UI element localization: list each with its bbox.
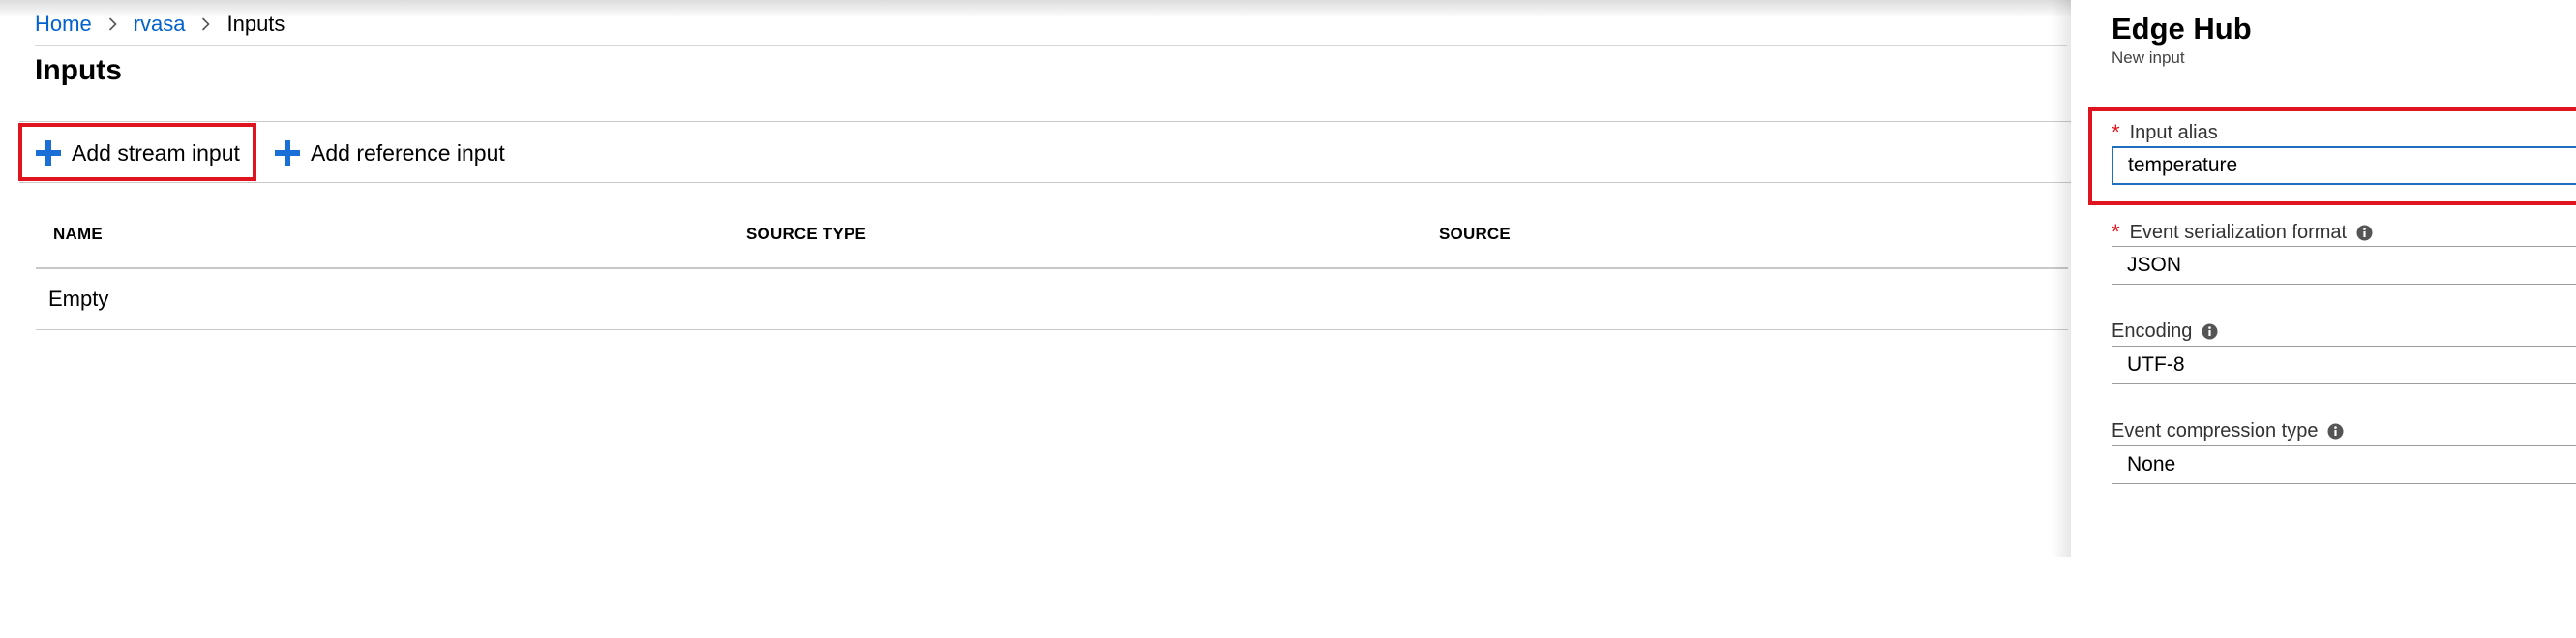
toolbar-divider-top [19, 121, 2071, 122]
column-header-name[interactable]: NAME [53, 225, 103, 244]
info-icon[interactable] [2202, 323, 2218, 340]
compression-type-label: Event compression type [2112, 420, 2344, 442]
serialization-format-label-text: Event serialization format [2129, 221, 2348, 243]
column-header-source-type[interactable]: SOURCE TYPE [746, 225, 866, 244]
chevron-right-icon [108, 17, 117, 31]
highlight-add-stream-input [18, 123, 256, 181]
edge-hub-panel: Edge Hub New input * Input alias tempera… [2071, 0, 2576, 557]
table-empty-message: Empty [48, 287, 109, 311]
info-icon[interactable] [2327, 423, 2344, 440]
serialization-format-value: JSON [2127, 254, 2182, 276]
table-header-divider [36, 267, 2068, 269]
chevron-right-icon [201, 17, 211, 31]
encoding-dropdown[interactable]: UTF-8 [2112, 346, 2576, 384]
panel-title: Edge Hub [2112, 12, 2252, 46]
breadcrumb-current: Inputs [226, 12, 285, 36]
table-row-divider [36, 329, 2068, 330]
compression-type-dropdown[interactable]: None [2112, 445, 2576, 484]
breadcrumb-resource[interactable]: rvasa [134, 12, 186, 37]
breadcrumb-divider [35, 45, 2067, 46]
encoding-value: UTF-8 [2127, 353, 2185, 376]
serialization-format-label: * Event serialization format [2112, 220, 2373, 245]
panel-subtitle: New input [2112, 48, 2185, 67]
column-header-source[interactable]: SOURCE [1439, 225, 1511, 244]
compression-type-value: None [2127, 453, 2176, 475]
encoding-label-text: Encoding [2112, 320, 2193, 342]
add-reference-input-label: Add reference input [311, 139, 505, 166]
plus-icon [274, 139, 301, 167]
compression-type-label-text: Event compression type [2112, 420, 2319, 441]
add-reference-input-button[interactable]: Add reference input [274, 137, 505, 169]
breadcrumb: Home rvasa Inputs [35, 10, 285, 39]
encoding-label: Encoding [2112, 320, 2218, 343]
page-title: Inputs [35, 54, 122, 86]
required-asterisk: * [2112, 220, 2120, 244]
serialization-format-dropdown[interactable]: JSON [2112, 246, 2576, 285]
info-icon[interactable] [2356, 225, 2373, 241]
breadcrumb-home[interactable]: Home [35, 12, 92, 37]
toolbar-divider-bottom [19, 182, 2071, 183]
panel-shadow [2052, 0, 2073, 557]
highlight-input-alias [2088, 107, 2576, 205]
